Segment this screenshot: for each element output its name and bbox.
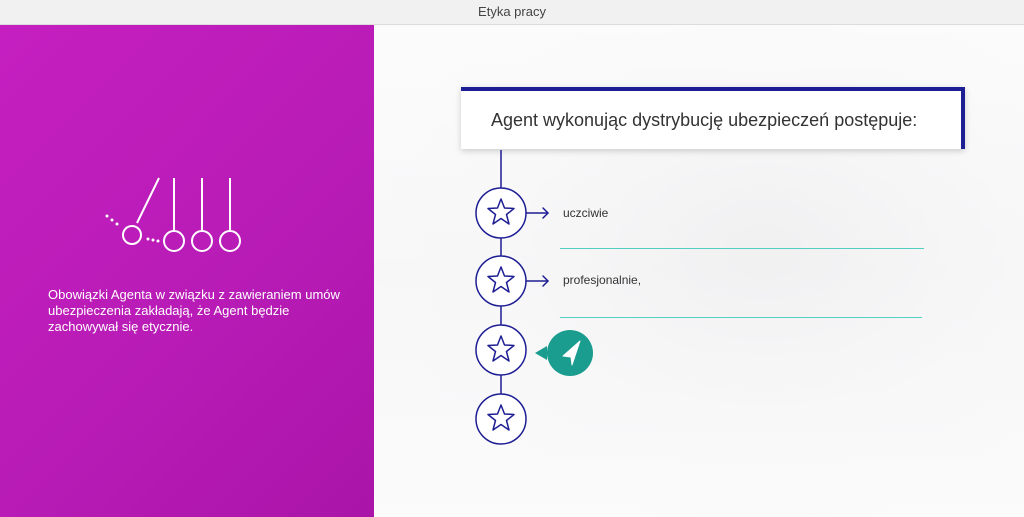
item-underline (560, 317, 922, 318)
next-button[interactable] (533, 330, 595, 376)
heading: Agent wykonując dystrybucję ubezpieczeń … (491, 110, 918, 130)
arrow-right-icon (525, 207, 549, 219)
star-icon (475, 324, 527, 376)
newtons-cradle-icon (105, 177, 241, 252)
star-icon (475, 255, 527, 307)
item-underline (560, 248, 924, 249)
timeline (475, 150, 549, 445)
left-panel: Obowiązki Agenta w związku z zawieraniem… (0, 25, 374, 517)
item-label-1: uczciwie (563, 206, 609, 220)
item-label-2: profesjonalnie, (563, 273, 642, 287)
intro-text: Obowiązki Agenta w związku z zawieraniem… (48, 287, 340, 334)
star-icon (475, 393, 527, 445)
heading-card: Agent wykonując dystrybucję ubezpieczeń … (461, 87, 965, 149)
star-icon (475, 187, 527, 239)
window-title: Etyka pracy (0, 0, 1024, 25)
arrow-right-icon (525, 275, 549, 287)
